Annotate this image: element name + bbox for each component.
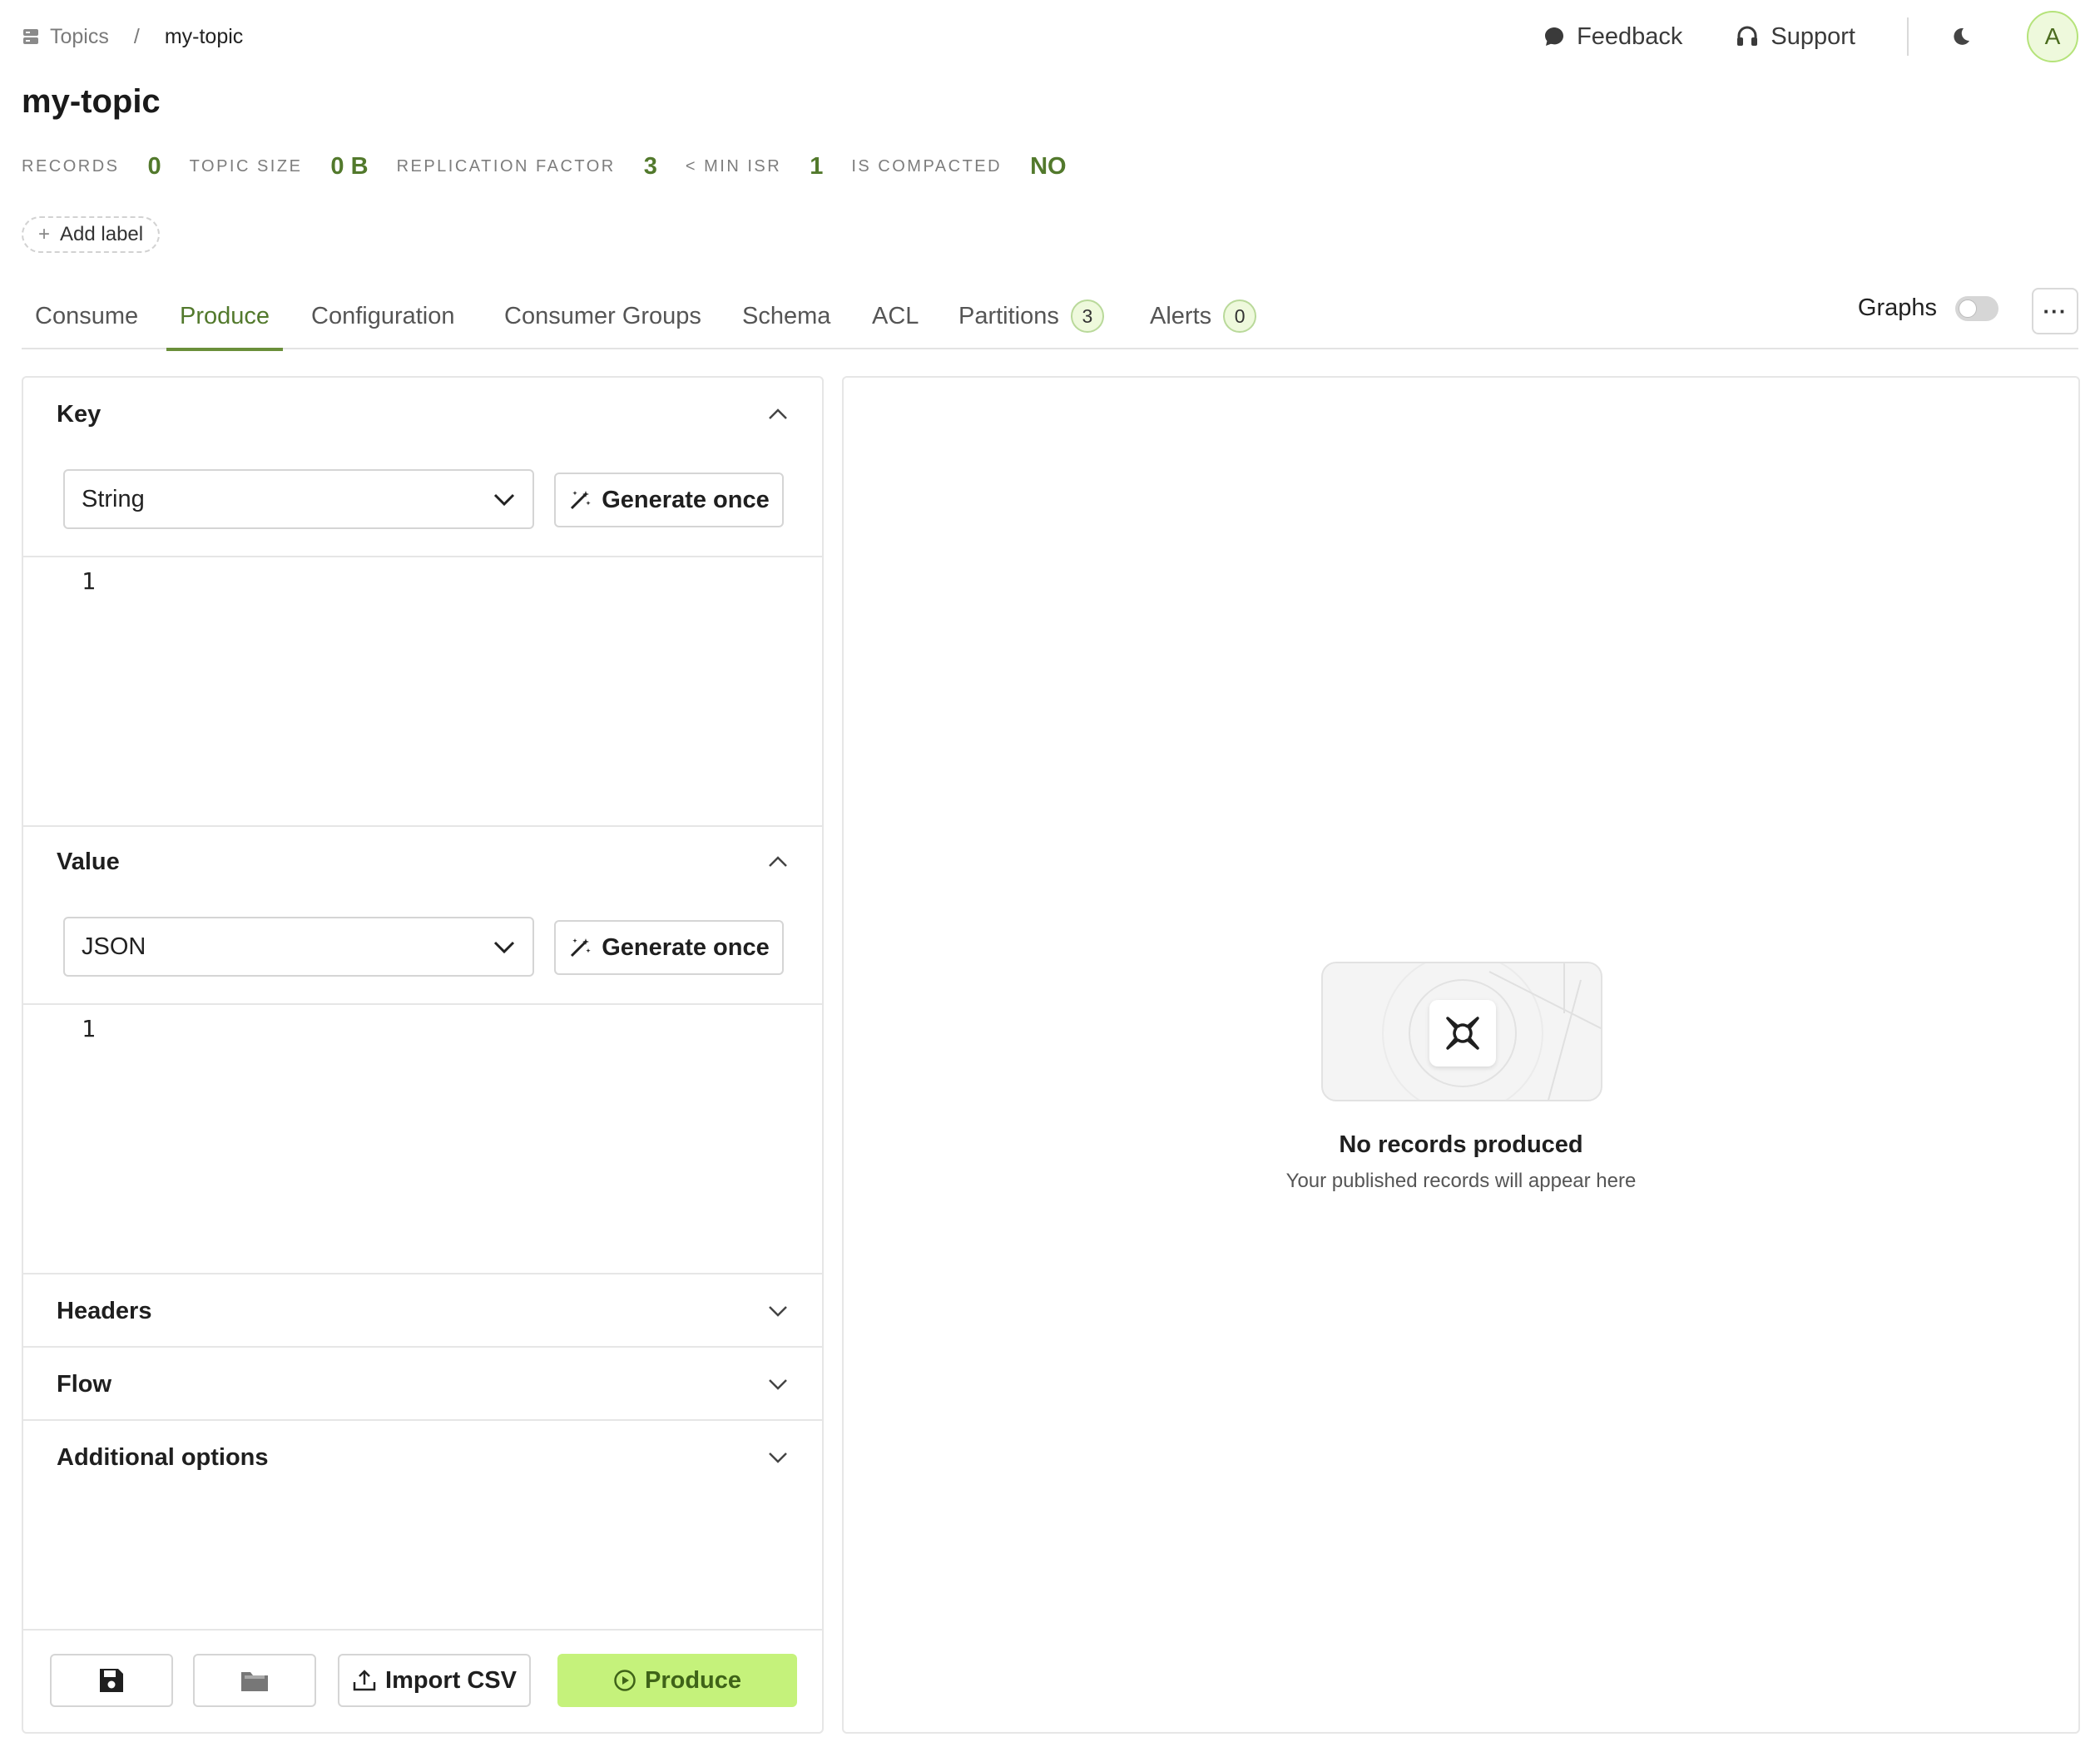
support-button[interactable]: Support	[1736, 23, 1855, 51]
tab-partitions-label: Partitions	[958, 302, 1059, 329]
stat-label-replication-factor: REPLICATION FACTOR	[396, 157, 616, 176]
tab-partitions[interactable]: Partitions 3	[958, 283, 1104, 349]
graphs-toggle-group: Graphs	[1858, 294, 1998, 322]
key-format-value: String	[82, 485, 145, 512]
save-icon	[97, 1665, 126, 1695]
tab-consumer-groups[interactable]: Consumer Groups	[504, 283, 701, 349]
value-editor[interactable]: 1	[23, 1003, 822, 1273]
chevron-down-icon	[493, 492, 516, 507]
value-format-select[interactable]: JSON	[63, 917, 534, 977]
top-bar: Topics / my-topic Feedback Support A	[22, 10, 2078, 63]
alerts-count-badge: 0	[1223, 299, 1257, 333]
flow-section-header[interactable]: Flow	[23, 1348, 822, 1421]
moon-icon	[1950, 26, 1972, 47]
value-generate-once-label: Generate once	[602, 933, 770, 961]
stat-value-records: 0	[147, 153, 161, 180]
add-label-text: Add label	[60, 223, 144, 245]
plus-icon: +	[38, 223, 51, 245]
empty-records-icon	[1429, 1000, 1496, 1066]
key-generate-once-button[interactable]: Generate once	[554, 473, 784, 527]
value-editor-line-number: 1	[82, 1015, 96, 1042]
additional-options-section-header[interactable]: Additional options	[23, 1421, 822, 1494]
stat-label-topic-size: TOPIC SIZE	[189, 157, 303, 176]
breadcrumb-topics-label: Topics	[50, 24, 109, 48]
headers-section-title: Headers	[57, 1297, 152, 1324]
play-icon	[613, 1669, 636, 1692]
produce-action-bar: Import CSV Produce	[23, 1629, 822, 1732]
stat-value-is-compacted: NO	[1030, 153, 1067, 180]
stat-value-topic-size: 0 B	[330, 153, 369, 180]
produce-form-panel: Key String Generate once 1 Value JSON Ge…	[22, 376, 824, 1734]
graphs-label: Graphs	[1857, 294, 1937, 321]
magic-wand-icon	[568, 936, 592, 959]
breadcrumb-topics-link[interactable]: Topics	[22, 25, 109, 49]
import-csv-button[interactable]: Import CSV	[338, 1654, 531, 1707]
chevron-down-icon	[767, 1451, 789, 1464]
additional-options-title: Additional options	[57, 1443, 269, 1471]
value-format-value: JSON	[82, 933, 146, 960]
divider	[1907, 17, 1909, 56]
tab-consume[interactable]: Consume	[35, 283, 138, 349]
stat-value-min-isr: 1	[810, 153, 824, 180]
key-generate-once-label: Generate once	[602, 486, 770, 513]
partitions-count-badge: 3	[1070, 299, 1104, 333]
tab-alerts[interactable]: Alerts 0	[1150, 283, 1257, 349]
more-options-button[interactable]: ···	[2032, 288, 2078, 334]
key-section-header[interactable]: Key	[23, 378, 822, 451]
key-section-title: Key	[57, 400, 102, 428]
magic-wand-icon	[568, 488, 592, 512]
page-title: my-topic	[22, 83, 161, 120]
produce-button[interactable]: Produce	[557, 1654, 797, 1707]
tab-alerts-label: Alerts	[1150, 302, 1212, 329]
key-format-select[interactable]: String	[63, 469, 534, 529]
save-button[interactable]	[50, 1654, 173, 1707]
empty-state-title: No records produced	[1339, 1131, 1583, 1158]
stat-value-replication-factor: 3	[643, 153, 657, 180]
key-editor[interactable]: 1	[23, 556, 822, 825]
folder-icon	[240, 1668, 270, 1693]
graphs-toggle[interactable]	[1955, 295, 1998, 321]
breadcrumb-separator: /	[133, 24, 140, 48]
stat-label-records: RECORDS	[22, 157, 120, 176]
tab-acl[interactable]: ACL	[872, 283, 919, 349]
avatar[interactable]: A	[2027, 11, 2078, 62]
empty-state-illustration	[1321, 962, 1602, 1101]
tab-produce[interactable]: Produce	[166, 283, 284, 351]
theme-toggle-button[interactable]	[1950, 26, 1972, 47]
top-actions: Feedback Support A	[1543, 11, 2078, 62]
toggle-knob	[1959, 299, 1977, 318]
upload-icon	[352, 1668, 377, 1693]
headers-section-header[interactable]: Headers	[23, 1274, 822, 1348]
chevron-down-icon	[493, 939, 516, 954]
topics-icon	[22, 27, 40, 46]
support-icon	[1736, 26, 1759, 47]
produce-label: Produce	[644, 1666, 742, 1694]
produced-records-panel: No records produced Your published recor…	[842, 376, 2080, 1734]
chevron-up-icon	[767, 408, 789, 421]
stat-label-min-isr: < MIN ISR	[685, 157, 782, 176]
value-section-header[interactable]: Value	[23, 825, 822, 898]
chevron-up-icon	[767, 855, 789, 868]
tab-configuration[interactable]: Configuration	[311, 283, 455, 349]
add-label-button[interactable]: + Add label	[22, 216, 161, 253]
value-generate-once-button[interactable]: Generate once	[554, 920, 784, 975]
load-button[interactable]	[193, 1654, 316, 1707]
tab-schema[interactable]: Schema	[742, 283, 830, 349]
support-label: Support	[1771, 22, 1855, 50]
feedback-label: Feedback	[1577, 22, 1683, 50]
topic-tabs: Consume Produce Configuration Consumer G…	[22, 283, 2078, 351]
value-section-title: Value	[57, 848, 120, 875]
breadcrumb-current: my-topic	[164, 24, 244, 48]
flow-section-title: Flow	[57, 1370, 112, 1398]
chevron-down-icon	[767, 1304, 789, 1318]
topic-stats: RECORDS 0 TOPIC SIZE 0 B REPLICATION FAC…	[22, 153, 1095, 181]
stat-label-is-compacted: IS COMPACTED	[851, 157, 1003, 176]
feedback-button[interactable]: Feedback	[1543, 23, 1682, 51]
chevron-down-icon	[767, 1378, 789, 1391]
key-editor-line-number: 1	[82, 567, 96, 595]
import-csv-label: Import CSV	[385, 1666, 517, 1694]
feedback-icon	[1543, 26, 1565, 47]
empty-state-subtitle: Your published records will appear here	[1285, 1170, 1637, 1192]
breadcrumb: Topics / my-topic	[22, 25, 243, 49]
